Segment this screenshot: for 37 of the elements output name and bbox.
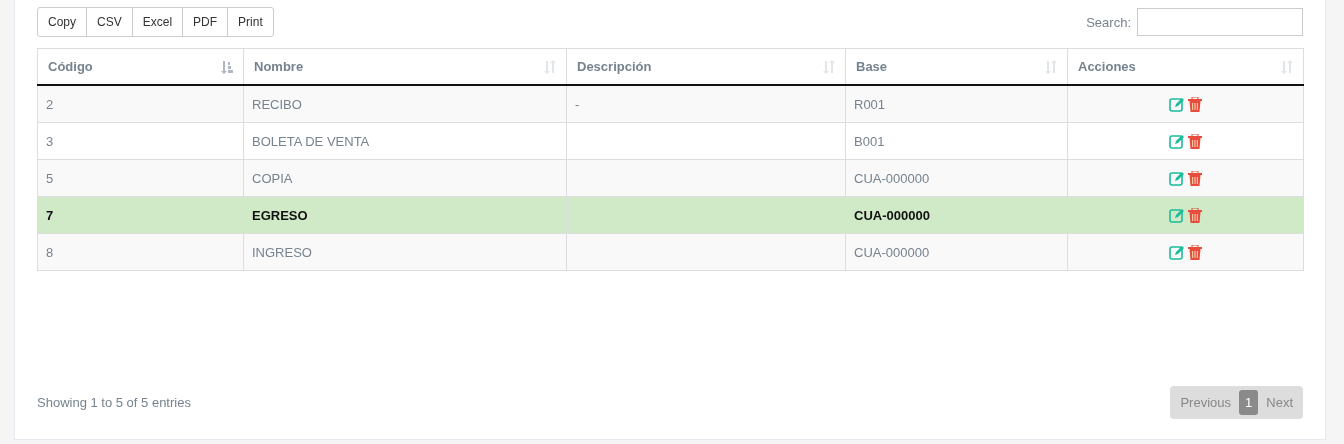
table-cell: 5 — [37, 159, 244, 197]
pagination-link[interactable]: Next — [1260, 390, 1299, 415]
search-label: Search: — [1086, 14, 1131, 30]
table-cell: RECIBO — [243, 85, 567, 123]
table-cell: CUA-000000 — [845, 159, 1068, 197]
edit-icon[interactable] — [1169, 170, 1185, 186]
table-cell: 2 — [37, 85, 244, 123]
table-cell: B001 — [845, 122, 1068, 160]
pagination-link[interactable]: 1 — [1239, 390, 1259, 415]
export-button[interactable]: Excel — [131, 7, 184, 37]
trash-icon[interactable] — [1188, 133, 1202, 149]
table-cell: BOLETA DE VENTA — [243, 122, 567, 160]
table-cell: 3 — [37, 122, 244, 160]
search-field[interactable] — [1137, 8, 1303, 36]
edit-icon[interactable] — [1169, 244, 1185, 260]
table-cell: CUA-000000 — [845, 233, 1068, 271]
table-cell: CUA-000000 — [845, 196, 1068, 234]
table-cell: 8 — [37, 233, 244, 271]
pagination-link[interactable]: Previous — [1174, 390, 1238, 415]
table-cell: 7 — [37, 196, 244, 234]
table-cell: INGRESO — [243, 233, 567, 271]
edit-icon[interactable] — [1169, 96, 1185, 112]
entries-info: Showing 1 to 5 of 5 entries — [37, 395, 191, 410]
export-button[interactable]: PDF — [182, 7, 229, 37]
table-cell: R001 — [845, 85, 1068, 123]
export-button[interactable]: CSV — [86, 7, 133, 37]
trash-icon[interactable] — [1188, 244, 1202, 260]
table-cell: EGRESO — [243, 196, 567, 234]
export-button[interactable]: Print — [227, 7, 274, 37]
table-cell: - — [566, 85, 846, 123]
edit-icon[interactable] — [1169, 133, 1185, 149]
trash-icon[interactable] — [1188, 170, 1202, 186]
table-cell: COPIA — [243, 159, 567, 197]
edit-icon[interactable] — [1169, 207, 1185, 223]
export-button[interactable]: Copy — [37, 7, 87, 37]
trash-icon[interactable] — [1188, 96, 1202, 112]
trash-icon[interactable] — [1188, 207, 1202, 223]
